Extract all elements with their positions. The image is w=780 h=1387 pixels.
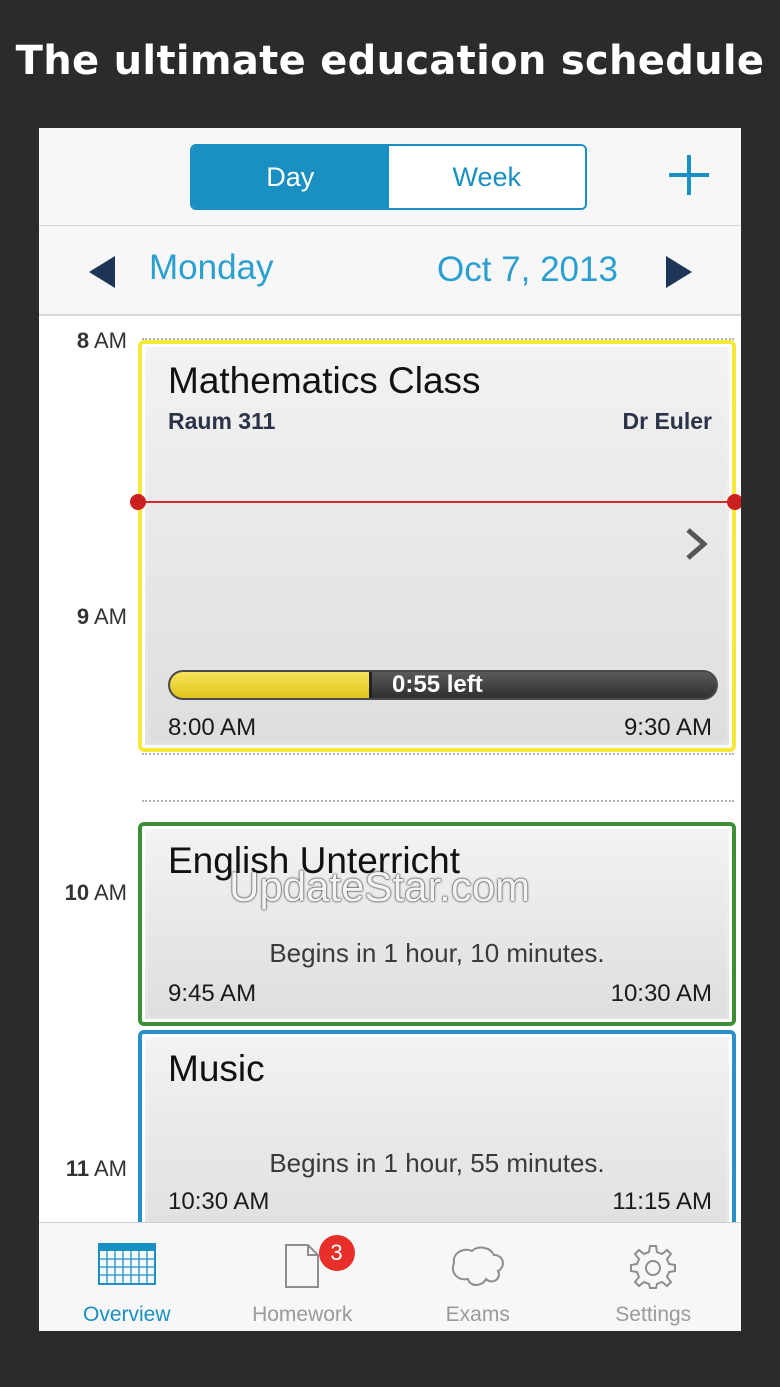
app-screen: Day Week Monday Oct 7, 2013 8 AM 9 AM 10… bbox=[39, 128, 741, 1331]
tab-bar: Overview 3 Homework Exams Settings bbox=[39, 1222, 741, 1331]
progress-fill bbox=[170, 672, 373, 698]
segment-day[interactable]: Day bbox=[192, 146, 389, 208]
plus-icon[interactable] bbox=[667, 150, 711, 200]
event-start-time: 8:00 AM bbox=[168, 714, 257, 741]
triangle-left-icon[interactable] bbox=[89, 256, 115, 288]
tab-label: Settings bbox=[615, 1303, 692, 1326]
homework-badge: 3 bbox=[318, 1235, 355, 1271]
progress-bar: 0:55 left bbox=[168, 670, 718, 700]
chevron-right-icon[interactable] bbox=[684, 526, 708, 571]
event-end-time: 9:30 AM bbox=[623, 714, 712, 741]
hour-label: 9 AM bbox=[76, 604, 127, 629]
event-card-english[interactable]: English Unterricht Begins in 1 hour, 10 … bbox=[138, 822, 736, 1026]
hour-label: 10 AM bbox=[64, 880, 127, 905]
event-countdown: Begins in 1 hour, 55 minutes. bbox=[269, 1148, 605, 1178]
hour-divider bbox=[142, 753, 734, 755]
tab-overview[interactable]: Overview bbox=[39, 1223, 215, 1331]
tab-homework[interactable]: 3 Homework bbox=[215, 1223, 391, 1331]
top-bar: Day Week bbox=[39, 128, 741, 226]
tab-exams[interactable]: Exams bbox=[390, 1223, 566, 1331]
event-title: Mathematics Class bbox=[168, 360, 481, 401]
tab-label: Homework bbox=[252, 1303, 353, 1326]
hour-label: 8 AM bbox=[76, 328, 127, 353]
event-room: Raum 311 bbox=[168, 408, 276, 434]
hour-divider bbox=[142, 800, 734, 802]
day-timeline[interactable]: 8 AM 9 AM 10 AM 11 AM Mathematics Class … bbox=[39, 318, 741, 1222]
triangle-right-icon[interactable] bbox=[666, 256, 692, 288]
gear-icon bbox=[630, 1243, 677, 1294]
event-start-time: 10:30 AM bbox=[168, 1188, 270, 1215]
tab-label: Overview bbox=[82, 1303, 171, 1326]
segment-week[interactable]: Week bbox=[388, 146, 585, 208]
document-icon bbox=[284, 1243, 320, 1294]
current-time-dot bbox=[727, 494, 741, 510]
date-label: Oct 7, 2013 bbox=[437, 250, 618, 289]
view-segmented-control: Day Week bbox=[190, 144, 587, 210]
event-card-music[interactable]: Music Begins in 1 hour, 55 minutes. 10:3… bbox=[138, 1030, 736, 1222]
event-title: English Unterricht bbox=[168, 840, 461, 881]
cloud-outline-icon bbox=[448, 1243, 508, 1294]
current-time-dot bbox=[130, 494, 146, 510]
tab-settings[interactable]: Settings bbox=[566, 1223, 742, 1331]
day-name: Monday bbox=[149, 248, 274, 287]
event-end-time: 10:30 AM bbox=[610, 980, 712, 1007]
calendar-grid-icon bbox=[97, 1243, 156, 1290]
date-bar: Monday Oct 7, 2013 bbox=[39, 226, 741, 316]
hour-label: 11 AM bbox=[65, 1156, 127, 1181]
event-teacher: Dr Euler bbox=[622, 408, 712, 434]
progress-label: 0:55 left bbox=[392, 671, 483, 698]
event-countdown: Begins in 1 hour, 10 minutes. bbox=[269, 938, 605, 968]
event-title: Music bbox=[168, 1048, 265, 1089]
headline: The ultimate education schedule bbox=[15, 38, 765, 84]
event-card-mathematics[interactable]: Mathematics Class Raum 311 Dr Euler 0:55… bbox=[138, 340, 736, 752]
tab-label: Exams bbox=[445, 1303, 510, 1326]
current-time-line bbox=[137, 501, 737, 503]
event-end-time: 11:15 AM bbox=[612, 1188, 712, 1215]
event-start-time: 9:45 AM bbox=[168, 980, 257, 1007]
